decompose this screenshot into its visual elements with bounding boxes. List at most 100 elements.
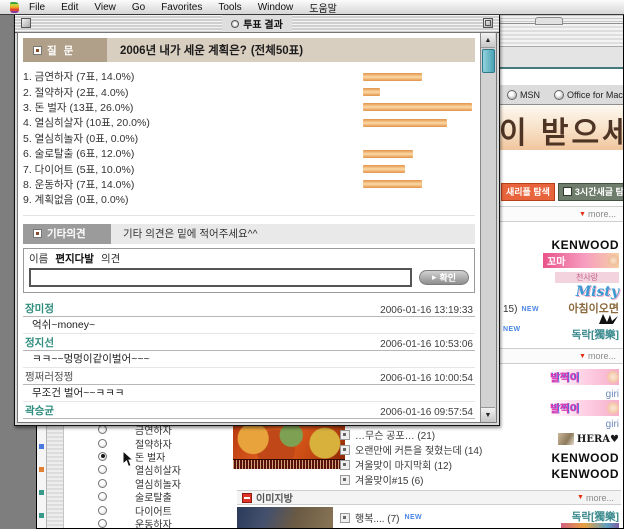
kenwood-ad[interactable]: KENWOOD [552,467,620,481]
confirm-button[interactable]: ▸ 확인 [419,270,469,285]
question-text: 2006년 내가 세운 계획은? [120,42,247,58]
scrollbar-thumb[interactable] [482,49,495,73]
poll-option-text: 9. 계획없음 (0표, 0.0%) [23,192,363,207]
sidebar-dot-icon [39,490,44,495]
dokrak-ad[interactable]: 독락[獨樂] [572,327,619,342]
mouse-cursor [122,450,134,473]
post-link[interactable]: …무슨 공포… (21) [355,427,435,442]
menu-go[interactable]: Go [124,2,153,13]
poll-option-text: 7. 다이어트 (5표, 10.0%) [23,162,363,177]
hera-ad-banner[interactable]: HERA♥ [558,433,619,445]
feedback-label-box: 기타의견 [23,224,111,244]
poll-results-dialog: 투표 결과 질 문 2006년 내가 세운 계획은? (전체50표) 1 [14,14,500,426]
scroll-up-button[interactable]: ▲ [481,33,495,48]
giri-ad[interactable]: giri [606,389,619,400]
post-link-row[interactable]: 행복.... (7) NEW [340,510,422,525]
new-reply-search-badge[interactable]: 새리플 탐색 [501,183,555,201]
comment-header: 곽승균 2006-01-16 09:57:54 [23,402,475,419]
favorite-office[interactable]: Office for Macin [554,90,624,100]
kkoma-ad-banner[interactable]: 꼬마 [543,253,619,268]
comment-entry: 곽승균 2006-01-16 09:57:54 [23,402,475,419]
radio-row[interactable]: 열심히놀자 [92,477,181,490]
post-link[interactable]: 겨울맞이 마지막회 (12) [355,457,452,472]
window-tab-widget[interactable] [535,17,563,25]
menu-help[interactable]: 도움말 [301,0,345,15]
more-link[interactable]: more... [588,209,616,219]
post-link-row[interactable]: 겨울맞이 마지막회 (12) [340,457,482,472]
favorite-label: MSN [520,90,540,100]
post-link-row[interactable]: …무슨 공포… (21) [340,427,482,442]
cheonsarang-ad-banner[interactable]: 천사랑 [555,272,619,283]
dialog-titlebar[interactable]: 투표 결과 [15,15,499,33]
close-box-button[interactable] [21,18,31,28]
new-post-search-badge[interactable]: 3시간새글 탐색 [558,183,624,201]
radio-row[interactable]: 돈 벌자 [92,450,181,463]
radio-button[interactable] [98,465,107,474]
new-badge: NEW [405,514,423,521]
poll-row: 2. 절약하자 (2표, 4.0%) [23,84,475,99]
comment-date: 2006-01-16 10:00:54 [380,373,473,384]
poll-bar [363,180,422,188]
radio-button[interactable] [98,479,107,488]
poll-option-text: 1. 금연하자 (7표, 14.0%) [23,69,363,84]
menu-file[interactable]: File [21,2,53,13]
more-link[interactable]: more... [588,351,616,361]
poll-row: 3. 돈 벌자 (13표, 26.0%) [23,100,475,115]
ad-label: 발찍이 [550,370,579,385]
radio-button[interactable] [98,425,107,434]
menu-view[interactable]: View [86,2,124,13]
favorite-icon [507,90,517,100]
radio-button[interactable] [98,439,107,448]
image-room-more[interactable]: ▼ more... [577,493,614,503]
radio-button[interactable] [98,506,107,515]
radio-button[interactable] [98,452,107,461]
image-room-title: 이미지방 [256,490,293,505]
poll-bar [363,165,405,173]
post-link[interactable]: 행복.... (7) [355,510,400,525]
post-link-row[interactable]: 겨울맞이#15 (6) [340,472,482,487]
feedback-hint: 기타 의견은 밑에 적어주세요^^ [111,224,475,244]
dokrak-ad[interactable]: 독락[獨樂] [572,509,619,524]
radio-row[interactable]: 절약하자 [92,436,181,449]
favorite-msn[interactable]: MSN [507,90,540,100]
radio-row[interactable]: 열심히살자 [92,463,181,476]
face-image [607,402,619,414]
kenwood-ad[interactable]: KENWOOD [552,451,620,465]
post-link[interactable]: 오랜만에 커튼을 젖혔는데 (14) [355,442,482,457]
comment-header: 장미정 2006-01-16 13:19:33 [23,300,475,317]
post-bullet-icon [340,445,350,455]
radio-row[interactable]: 다이어트 [92,503,181,516]
post-bullet-icon [340,475,350,485]
opinion-label: 의견 [101,251,120,266]
radio-button[interactable] [98,492,107,501]
ad-image-strip[interactable] [561,523,619,529]
kenwood-ad[interactable]: KENWOOD [552,238,620,252]
baljjigi-ad-banner[interactable]: 발찍이 [547,400,619,416]
post-link-row[interactable]: 오랜만에 커튼을 젖혔는데 (14) [340,442,482,457]
menu-window[interactable]: Window [250,2,302,13]
menu-bar: File Edit View Go Favorites Tools Window… [0,0,624,15]
apple-menu-icon[interactable] [10,2,19,13]
radio-button[interactable] [98,519,107,528]
dialog-scrollbar[interactable]: ▲ ▼ [480,33,496,422]
giri-ad[interactable]: giri [606,419,619,430]
post-link[interactable]: 겨울맞이#15 (6) [355,472,424,487]
sidebar-pinstripe [47,426,64,528]
new-badge: NEW [503,326,521,333]
menu-edit[interactable]: Edit [53,2,86,13]
lantern-photo[interactable] [233,426,345,459]
zoom-box-button[interactable] [483,18,493,28]
ad-thumbnail [558,433,574,445]
opinion-input[interactable] [29,268,412,287]
radio-row[interactable]: 술로탈출 [92,490,181,503]
submit-arrow-icon: ▸ [432,272,437,283]
radio-row[interactable]: 운동하자 [92,517,181,529]
menu-tools[interactable]: Tools [210,2,249,13]
misty-ad[interactable]: Misty [576,284,619,300]
menu-favorites[interactable]: Favorites [153,2,210,13]
baljjigi-ad-banner[interactable]: 발찍이 [547,369,619,385]
image-room-photo[interactable] [237,507,333,529]
sidebar-icon-strip[interactable] [37,426,47,528]
scroll-down-button[interactable]: ▼ [481,407,495,422]
feedback-label: 기타의견 [47,226,86,241]
